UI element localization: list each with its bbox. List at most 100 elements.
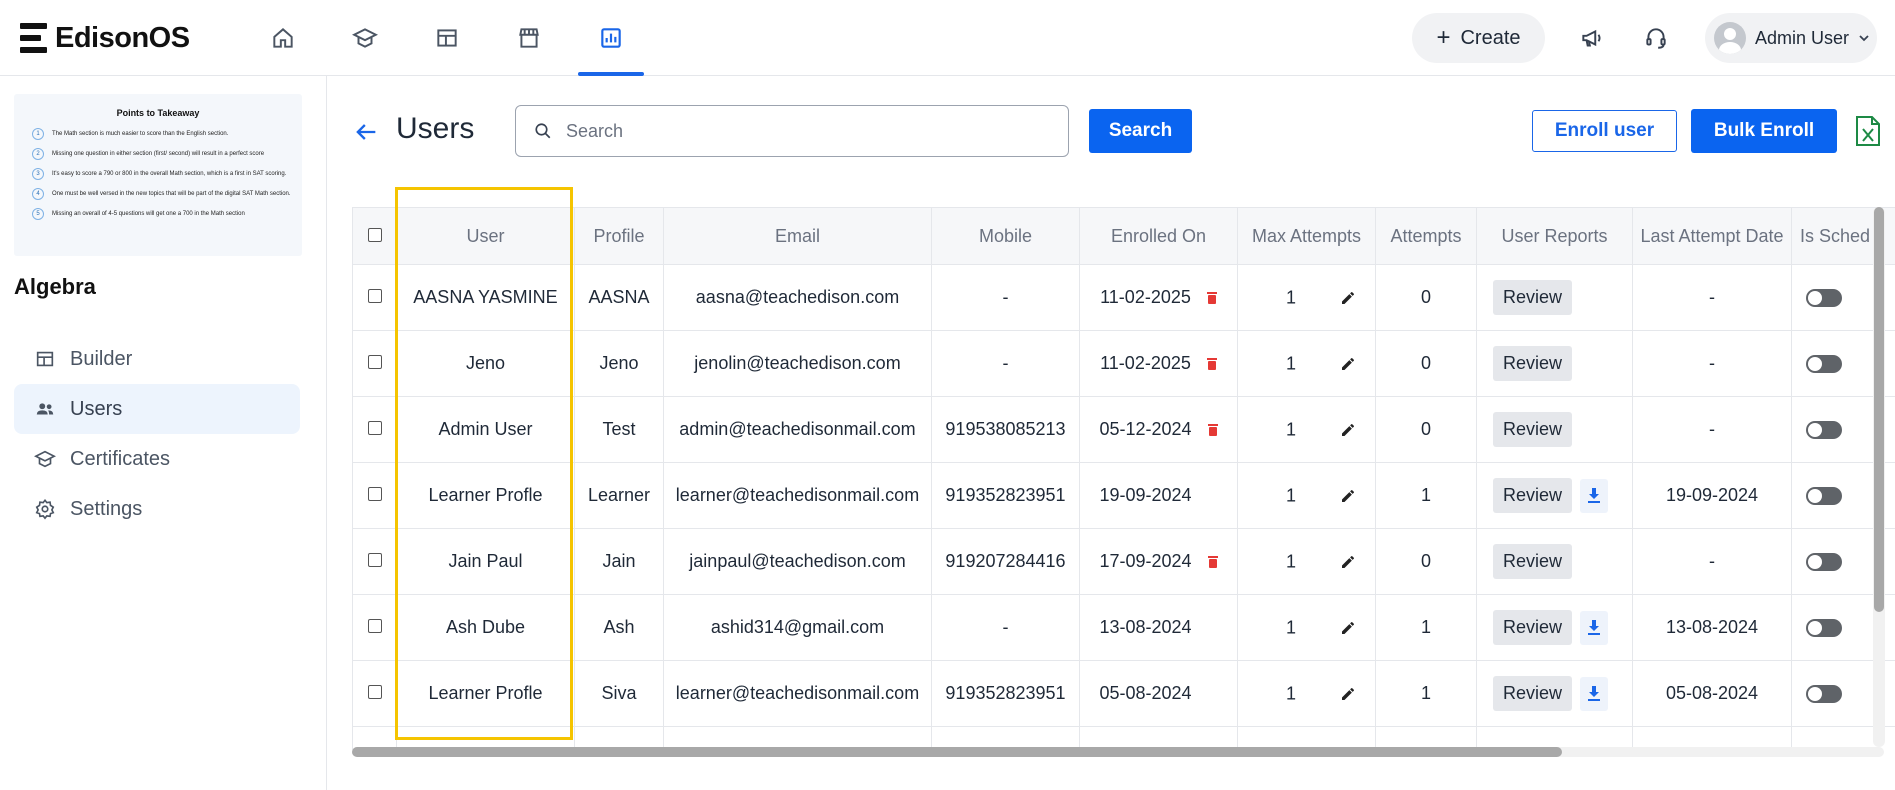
column-header-user[interactable]: User xyxy=(396,207,575,265)
search-input[interactable] xyxy=(566,120,1046,142)
row-checkbox[interactable] xyxy=(367,685,382,699)
edit-pencil-icon[interactable] xyxy=(1340,488,1356,504)
table-row[interactable]: AASNA YASMINE AASNA aasna@teachedison.com -… xyxy=(352,264,1895,331)
excel-export-icon[interactable] xyxy=(1855,115,1881,147)
sidebar-item-users[interactable]: Users xyxy=(14,384,300,434)
sidebar-item-settings[interactable]: Settings xyxy=(14,484,300,534)
courses-icon xyxy=(352,28,378,48)
download-report-button[interactable] xyxy=(1580,610,1609,645)
schedule-toggle[interactable] xyxy=(1806,553,1842,572)
back-arrow-icon[interactable] xyxy=(352,118,380,146)
column-header-enrolled-on[interactable]: Enrolled On xyxy=(1079,207,1238,265)
column-header-user-reports[interactable]: User Reports xyxy=(1476,207,1633,265)
download-report-button[interactable] xyxy=(1580,676,1609,711)
search-button[interactable]: Search xyxy=(1089,109,1192,153)
schedule-toggle[interactable] xyxy=(1806,421,1842,440)
review-button[interactable]: Review xyxy=(1493,346,1573,381)
download-icon xyxy=(1588,487,1601,503)
column-header-attempts[interactable]: Attempts xyxy=(1375,207,1477,265)
schedule-toggle[interactable] xyxy=(1806,355,1842,374)
profile-cell: AASNA xyxy=(574,264,664,331)
row-checkbox[interactable] xyxy=(367,421,382,435)
search-field[interactable] xyxy=(515,105,1069,157)
edit-pencil-icon[interactable] xyxy=(1340,554,1356,570)
nav-home[interactable] xyxy=(242,0,324,76)
dashboard-icon xyxy=(437,29,457,47)
review-button[interactable]: Review xyxy=(1493,412,1573,447)
enrolled-date: 19-09-2024 xyxy=(1099,485,1192,505)
thumbnail-point-number: 2 xyxy=(32,148,44,160)
edit-pencil-icon[interactable] xyxy=(1340,686,1356,702)
enrolled-date: 17-09-2024 xyxy=(1099,551,1192,571)
thumbnail-point-number: 1 xyxy=(32,128,44,140)
column-header-max-attempts[interactable]: Max Attempts xyxy=(1237,207,1376,265)
max-attempts-value: 1 xyxy=(1286,419,1297,439)
schedule-toggle[interactable] xyxy=(1806,619,1842,638)
schedule-toggle[interactable] xyxy=(1806,487,1842,506)
enroll-user-button[interactable]: Enroll user xyxy=(1532,110,1677,152)
select-all-checkbox[interactable] xyxy=(367,227,382,242)
schedule-toggle[interactable] xyxy=(1806,685,1842,704)
nav-dashboard[interactable] xyxy=(406,0,488,76)
column-header-email[interactable]: Email xyxy=(663,207,932,265)
horizontal-scrollbar-thumb[interactable] xyxy=(352,747,1562,757)
row-checkbox[interactable] xyxy=(367,355,382,369)
edit-pencil-icon[interactable] xyxy=(1340,290,1356,306)
table-row[interactable]: Learner Profle Siva learner@teachedisonmai… xyxy=(352,660,1895,727)
nav-store[interactable] xyxy=(488,0,570,76)
user-menu[interactable]: Admin User xyxy=(1705,13,1877,63)
sidebar-item-label: Builder xyxy=(70,347,133,370)
delete-icon[interactable] xyxy=(1207,556,1218,569)
last-attempt-date-cell: - xyxy=(1632,264,1792,331)
attempts-cell: 1 xyxy=(1375,462,1477,529)
row-checkbox[interactable] xyxy=(367,289,382,303)
table-row[interactable]: Ash Dube Ash ashid314@gmail.com -13-08-2024… xyxy=(352,594,1895,661)
announcements-button[interactable] xyxy=(1576,22,1608,54)
nav-reports[interactable] xyxy=(570,0,652,76)
course-thumbnail[interactable]: Points to Takeaway 1 The Math section is … xyxy=(14,94,302,256)
logo[interactable]: EdisonOS xyxy=(20,20,190,56)
delete-icon[interactable] xyxy=(1206,292,1217,305)
column-header-last-attempt-date[interactable]: Last Attempt Date xyxy=(1632,207,1792,265)
edit-pencil-icon[interactable] xyxy=(1340,356,1356,372)
create-button[interactable]: + Create xyxy=(1412,13,1545,63)
max-attempts-cell: 1 xyxy=(1237,396,1376,463)
review-button[interactable]: Review xyxy=(1493,280,1573,315)
table-row[interactable]: Admin User Test admin@teachedisonmail.com 9… xyxy=(352,396,1895,463)
review-button[interactable]: Review xyxy=(1493,544,1573,579)
column-header-profile[interactable]: Profile xyxy=(574,207,664,265)
last-attempt-date-cell: - xyxy=(1632,528,1792,595)
profile-cell: Siva xyxy=(574,660,664,727)
nav-courses[interactable] xyxy=(324,0,406,76)
mobile-cell: - xyxy=(931,264,1080,331)
vertical-scrollbar-thumb[interactable] xyxy=(1874,207,1884,612)
horizontal-scrollbar[interactable] xyxy=(352,747,1884,757)
sidebar-item-builder[interactable]: Builder xyxy=(14,334,300,384)
bulk-enroll-button[interactable]: Bulk Enroll xyxy=(1691,109,1837,153)
edit-pencil-icon[interactable] xyxy=(1340,422,1356,438)
enrolled-on-cell: 19-09-2024 xyxy=(1079,462,1238,529)
review-button[interactable]: Review xyxy=(1493,676,1573,711)
review-button[interactable]: Review xyxy=(1493,610,1573,645)
table-row[interactable]: Jeno Jeno jenolin@teachedison.com -11-02-20… xyxy=(352,330,1895,397)
edit-pencil-icon[interactable] xyxy=(1340,620,1356,636)
attempts-cell: 1 xyxy=(1375,660,1477,727)
download-report-button[interactable] xyxy=(1580,478,1609,513)
schedule-toggle[interactable] xyxy=(1806,289,1842,308)
row-checkbox[interactable] xyxy=(367,619,382,633)
review-button[interactable]: Review xyxy=(1493,478,1573,513)
search-icon xyxy=(535,123,551,139)
row-checkbox[interactable] xyxy=(367,487,382,501)
plus-icon: + xyxy=(1436,24,1451,51)
support-button[interactable] xyxy=(1640,22,1672,54)
row-checkbox[interactable] xyxy=(367,553,382,567)
table-row[interactable]: Jain Paul Jain jainpaul@teachedison.com 919… xyxy=(352,528,1895,595)
max-attempts-value: 1 xyxy=(1286,353,1297,373)
vertical-scrollbar[interactable] xyxy=(1873,207,1885,747)
delete-icon[interactable] xyxy=(1206,358,1217,371)
sidebar-item-certificates[interactable]: Certificates xyxy=(14,434,300,484)
table-row[interactable]: Learner Profle Learner learner@teachedison… xyxy=(352,462,1895,529)
last-attempt-date-cell: - xyxy=(1632,396,1792,463)
delete-icon[interactable] xyxy=(1207,424,1218,437)
column-header-mobile[interactable]: Mobile xyxy=(931,207,1080,265)
